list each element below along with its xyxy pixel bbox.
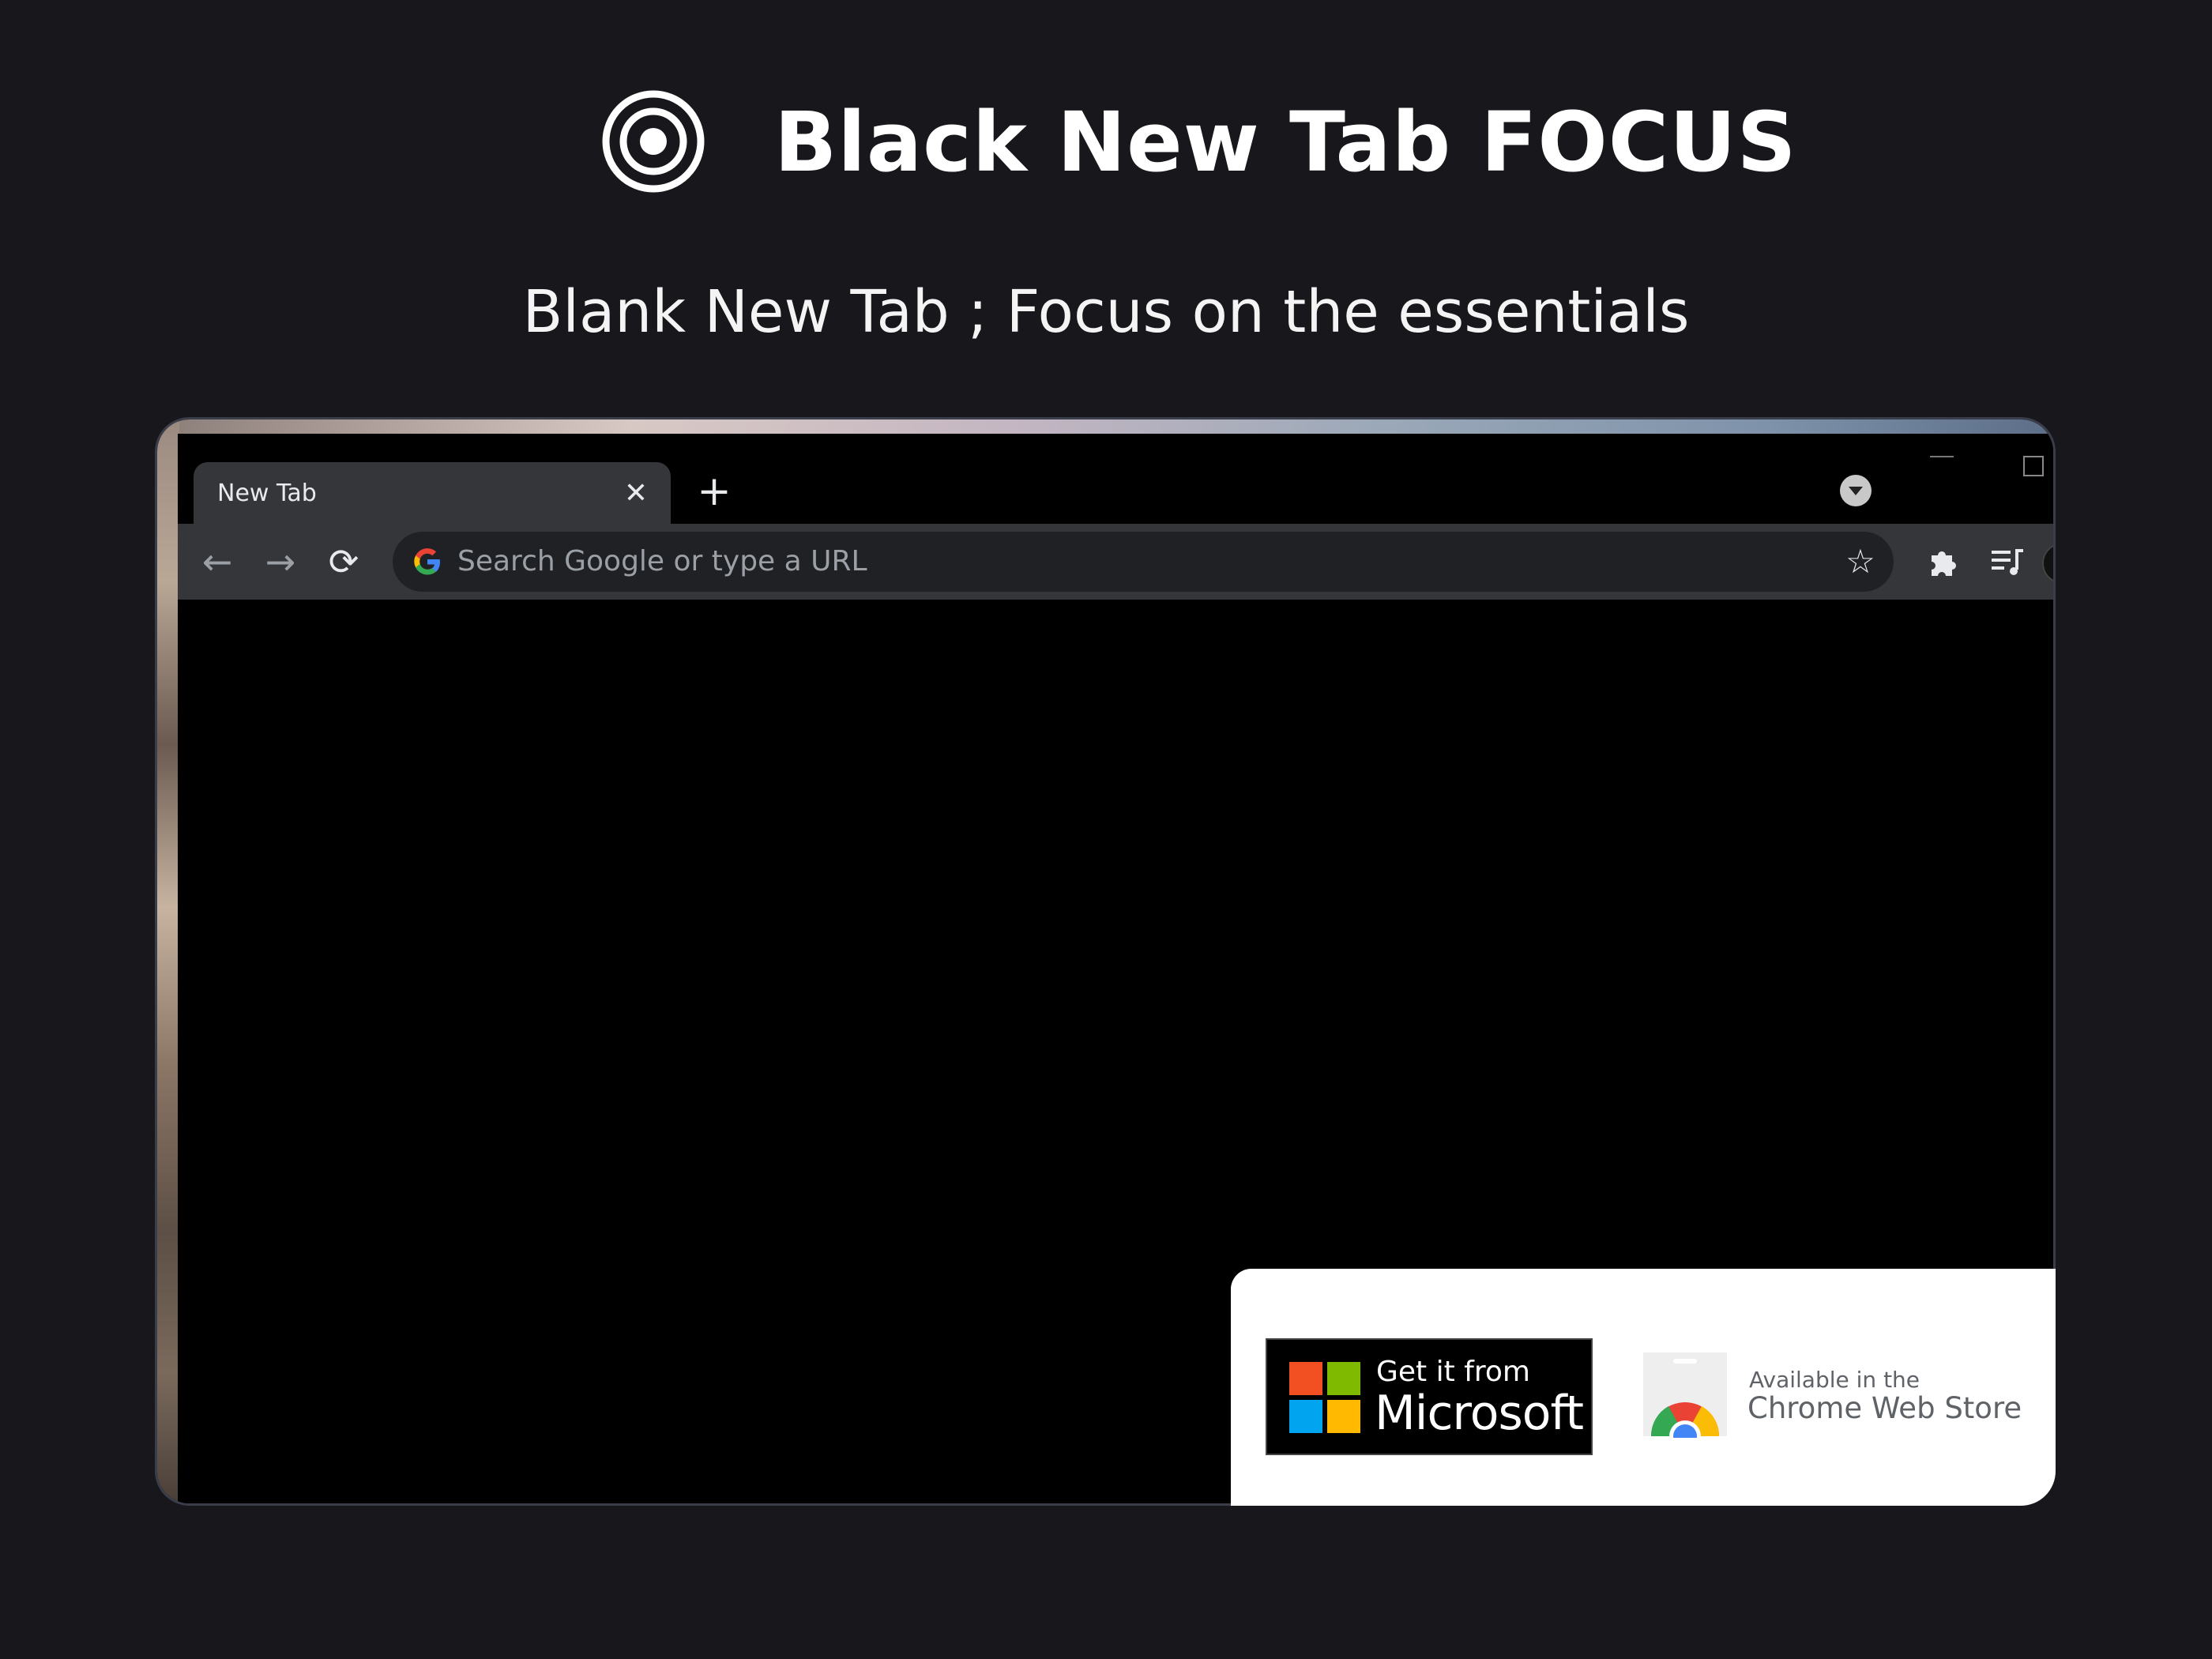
- maximize-icon[interactable]: [2023, 456, 2044, 476]
- minimize-icon[interactable]: [1930, 456, 1954, 457]
- chrome-web-store-badge[interactable]: Available in the Chrome Web Store: [1642, 1351, 2022, 1438]
- tab-search-icon[interactable]: [1840, 475, 1872, 506]
- page-title: Black New Tab FOCUS: [774, 94, 1797, 190]
- microsoft-logo-icon: [1289, 1362, 1360, 1433]
- target-icon: [602, 90, 705, 193]
- avatar[interactable]: [2042, 543, 2053, 584]
- puzzle-icon[interactable]: [1925, 541, 1966, 582]
- omnibox[interactable]: ☆: [393, 532, 1894, 592]
- plus-icon[interactable]: +: [691, 468, 737, 514]
- tab-strip: New Tab ✕ +: [178, 434, 2053, 527]
- browser-toolbar: ← → ⟳ ☆: [178, 524, 2053, 600]
- forward-arrow-icon[interactable]: →: [257, 538, 304, 585]
- google-icon: [414, 548, 440, 575]
- chrome-badge-bottom-text: Chrome Web Store: [1747, 1391, 2022, 1425]
- page-subtitle: Blank New Tab ; Focus on the essentials: [522, 278, 1690, 346]
- omnibox-input[interactable]: [457, 541, 1800, 582]
- microsoft-badge-top-text: Get it from: [1376, 1356, 1530, 1388]
- chrome-badge-top-text: Available in the: [1749, 1367, 1920, 1393]
- reload-icon[interactable]: ⟳: [320, 538, 367, 585]
- microsoft-store-badge[interactable]: Get it from Microsoft: [1266, 1338, 1593, 1455]
- media-queue-icon[interactable]: [1987, 541, 2028, 582]
- tab-new-tab[interactable]: New Tab ✕: [194, 462, 671, 527]
- store-badges-panel: Get it from Microsoft Available in the C…: [1231, 1269, 2056, 1506]
- close-icon[interactable]: ✕: [619, 476, 653, 511]
- tab-title: New Tab: [217, 480, 317, 507]
- microsoft-badge-bottom-text: Microsoft: [1375, 1386, 1584, 1441]
- chrome-web-store-icon: [1643, 1352, 1727, 1438]
- star-icon[interactable]: ☆: [1841, 543, 1879, 581]
- wallpaper-strip-left: [157, 419, 179, 1503]
- back-arrow-icon[interactable]: ←: [194, 538, 241, 585]
